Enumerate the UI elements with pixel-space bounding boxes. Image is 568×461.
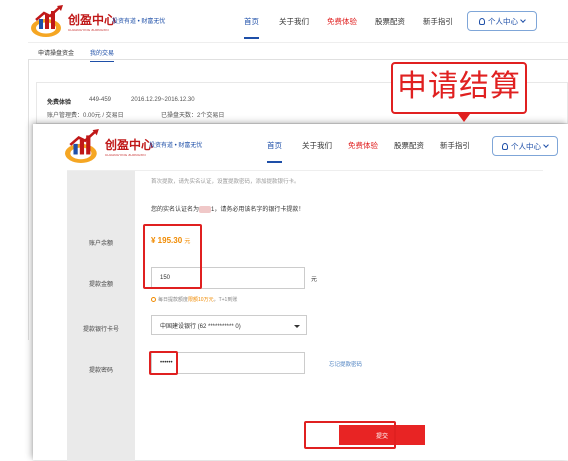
logo-mark-icon: [31, 5, 63, 37]
slogan: 投资有道 • 财富无忧: [112, 19, 166, 25]
nav-home[interactable]: 首页: [244, 16, 259, 39]
realname-prefix: 您的实名认证名为: [151, 207, 200, 213]
main-nav: 首页 关于我们 免费体验 股票配资 新手指引: [267, 140, 470, 163]
nav-free-trial[interactable]: 免费体验: [327, 16, 357, 27]
dropdown-arrow-icon: [294, 325, 300, 328]
label-bank-card: 提款银行卡号: [82, 327, 119, 333]
back-header: 创盈中心 CHUANGYING ZHONGXIN 投资有道 • 财富无忧 首页 …: [0, 0, 568, 42]
highlight-password: [149, 351, 178, 375]
withdrawal-window: 创盈中心 CHUANGYING ZHONGXIN 投资有道 • 财富无忧 首页 …: [33, 124, 568, 461]
withdrawal-form: 账户余额 提款金额 提款银行卡号 提款密码 首次提款，请先实名认证，设置提款密码…: [67, 170, 543, 461]
logo: 创盈中心 CHUANGYING ZHONGXIN: [30, 4, 116, 38]
plan-name: 免费体验: [47, 100, 72, 106]
highlight-submit: [304, 421, 396, 449]
chevron-down-icon: [543, 142, 549, 148]
plan-code: 449-459: [89, 97, 112, 103]
plan-dates: 2016.12.29~2016.12.30: [131, 97, 195, 103]
nav-about[interactable]: 关于我们: [302, 140, 332, 151]
nav-home[interactable]: 首页: [267, 140, 282, 163]
brand-subtitle: CHUANGYING ZHONGXIN: [105, 152, 146, 157]
chevron-down-icon: [520, 17, 526, 23]
main-nav: 首页 关于我们 免费体验 股票配资 新手指引: [244, 16, 453, 39]
label-amount: 提款金额: [88, 282, 113, 288]
label-balance: 账户余额: [88, 241, 113, 247]
account-fee: 账户管理费：0.00元 / 交易日: [47, 113, 124, 119]
nav-guide[interactable]: 新手指引: [440, 140, 470, 151]
back-subtabs: 申请操盘资金 我的交易: [28, 42, 568, 62]
brand-name: 创盈中心: [68, 12, 117, 27]
brand-name: 创盈中心: [105, 137, 154, 152]
user-center-button[interactable]: 个人中心: [492, 136, 558, 156]
masked-name: [199, 205, 212, 213]
label-column: 账户余额 提款金额 提款银行卡号 提款密码: [67, 171, 135, 461]
hint-suffix: ，T+1到账: [213, 297, 238, 303]
days-traded: 已操盘天数：2个交易日: [161, 113, 225, 119]
nav-stock-margin[interactable]: 股票配资: [375, 16, 405, 27]
nav-guide[interactable]: 新手指引: [423, 16, 453, 27]
bank-card-value: 中国建设银行 (62 *********** 0): [160, 323, 241, 330]
limit-hint: 每日提款额度限额10万元，T+1到账: [151, 296, 237, 303]
subtab-my-trades[interactable]: 我的交易: [90, 48, 115, 62]
amount-unit: 元: [311, 277, 318, 283]
nav-free-trial[interactable]: 免费体验: [348, 140, 378, 151]
divider: [28, 60, 29, 340]
user-icon: [479, 17, 485, 25]
user-center-button[interactable]: 个人中心: [467, 11, 537, 31]
user-icon: [502, 142, 508, 150]
front-header: 创盈中心 CHUANGYING ZHONGXIN 投资有道 • 财富无忧 首页 …: [33, 124, 568, 168]
first-withdraw-notice: 首次提款，请先实名认证，设置提款密码，添加提款银行卡。: [151, 179, 300, 185]
forgot-password-link[interactable]: 忘记提款密码: [329, 360, 362, 368]
brand-subtitle: CHUANGYING ZHONGXIN: [68, 27, 109, 32]
user-center-label: 个人中心: [488, 16, 518, 26]
realname-notice: 您的实名认证名为 1，请务必用该名字的银行卡提款！: [151, 204, 304, 213]
logo-mark-icon: [65, 129, 99, 163]
nav-about[interactable]: 关于我们: [279, 16, 309, 27]
slogan: 投资有道 • 财富无忧: [149, 143, 203, 149]
logo: 创盈中心 CHUANGYING ZHONGXIN: [63, 128, 153, 164]
subtab-apply-funds[interactable]: 申请操盘资金: [38, 48, 74, 57]
realname-suffix: 1，请务必用该名字的银行卡提款！: [211, 207, 305, 213]
apply-settlement-callout: 申请结算: [391, 62, 527, 114]
highlight-balance-amount: [143, 224, 202, 289]
info-icon: [151, 297, 156, 303]
nav-stock-margin[interactable]: 股票配资: [394, 140, 424, 151]
callout-pointer: [458, 114, 470, 122]
hint-prefix: 每日提款额度: [158, 297, 189, 303]
user-center-label: 个人中心: [511, 141, 541, 151]
bank-card-select[interactable]: 中国建设银行 (62 *********** 0): [151, 315, 307, 335]
hint-limit: 限额10万元: [188, 297, 214, 303]
label-password: 提款密码: [88, 368, 113, 374]
